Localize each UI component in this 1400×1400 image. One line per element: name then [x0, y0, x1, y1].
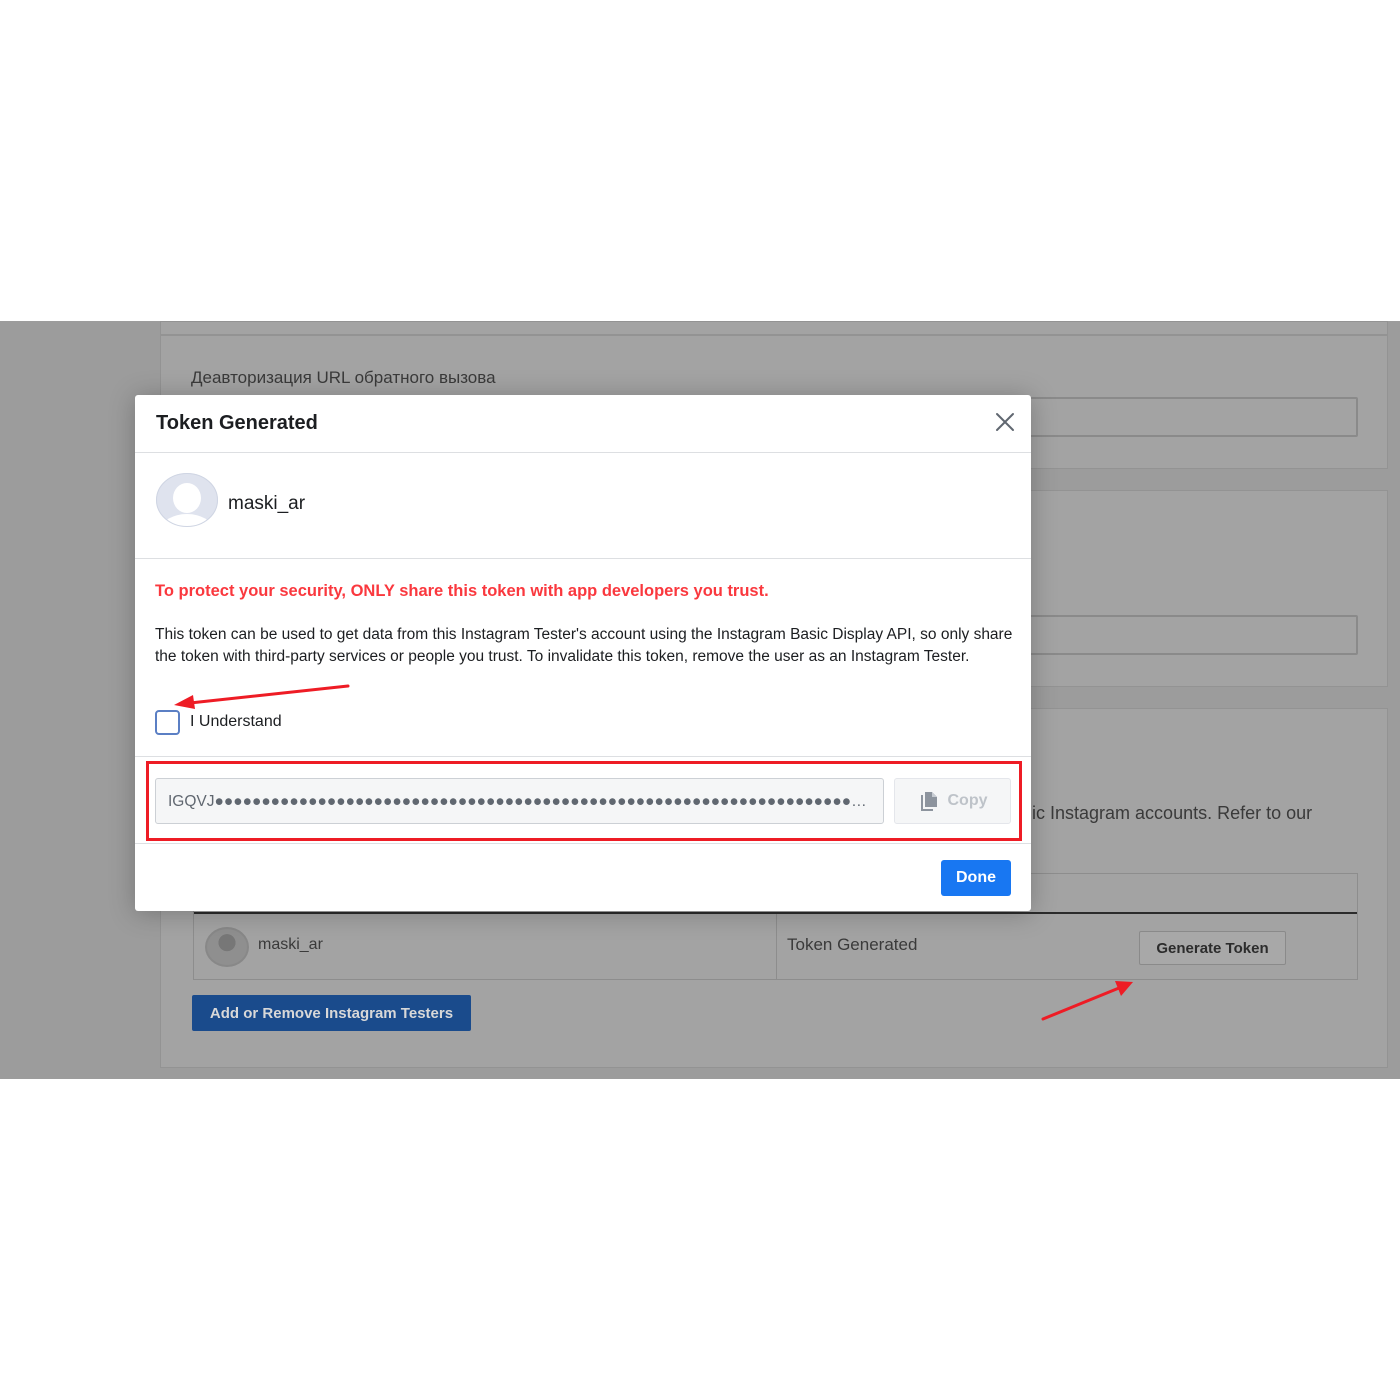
bg-deauth-input[interactable]: [1010, 397, 1358, 437]
understand-checkbox[interactable]: [155, 709, 180, 735]
copy-button[interactable]: Copy: [894, 778, 1011, 824]
close-icon[interactable]: [993, 410, 1017, 434]
understand-row[interactable]: I Understand: [155, 709, 282, 735]
avatar-placeholder-icon: [155, 472, 219, 528]
copy-icon: [920, 792, 937, 811]
user-section: maski_ar: [135, 453, 1031, 559]
security-warning: To protect your security, ONLY share thi…: [155, 582, 769, 600]
avatar: [205, 927, 249, 967]
generate-token-button[interactable]: Generate Token: [1139, 931, 1286, 965]
token-info-text: This token can be used to get data from …: [155, 626, 1013, 665]
copy-label: Copy: [947, 792, 988, 809]
understand-label[interactable]: I Understand: [190, 713, 282, 731]
bg-deauth-label: Деавторизация URL обратного вызова: [191, 368, 496, 387]
add-remove-testers-button[interactable]: Add or Remove Instagram Testers: [192, 995, 471, 1031]
bg-card-top: [160, 321, 1388, 335]
bg-partial-text: blic Instagram accounts. Refer to our: [1018, 803, 1313, 823]
modal-title: Token Generated: [156, 412, 318, 434]
cell-divider: [776, 914, 777, 979]
modal-header: Token Generated: [135, 395, 1031, 453]
bg-row-status: Token Generated: [787, 935, 918, 954]
bg-middle-input[interactable]: [1010, 615, 1358, 655]
table-row: maski_ar Token Generated Generate Token: [194, 914, 1357, 979]
done-button[interactable]: Done: [941, 860, 1011, 896]
modal-username: maski_ar: [228, 493, 306, 514]
token-generated-modal: Token Generated maski_ar To protect your…: [135, 395, 1031, 911]
token-section: IGQVJ●●●●●●●●●●●●●●●●●●●●●●●●●●●●●●●●●●●…: [135, 756, 1031, 844]
bg-row-username: maski_ar: [258, 936, 323, 953]
token-field[interactable]: IGQVJ●●●●●●●●●●●●●●●●●●●●●●●●●●●●●●●●●●●…: [155, 778, 884, 824]
